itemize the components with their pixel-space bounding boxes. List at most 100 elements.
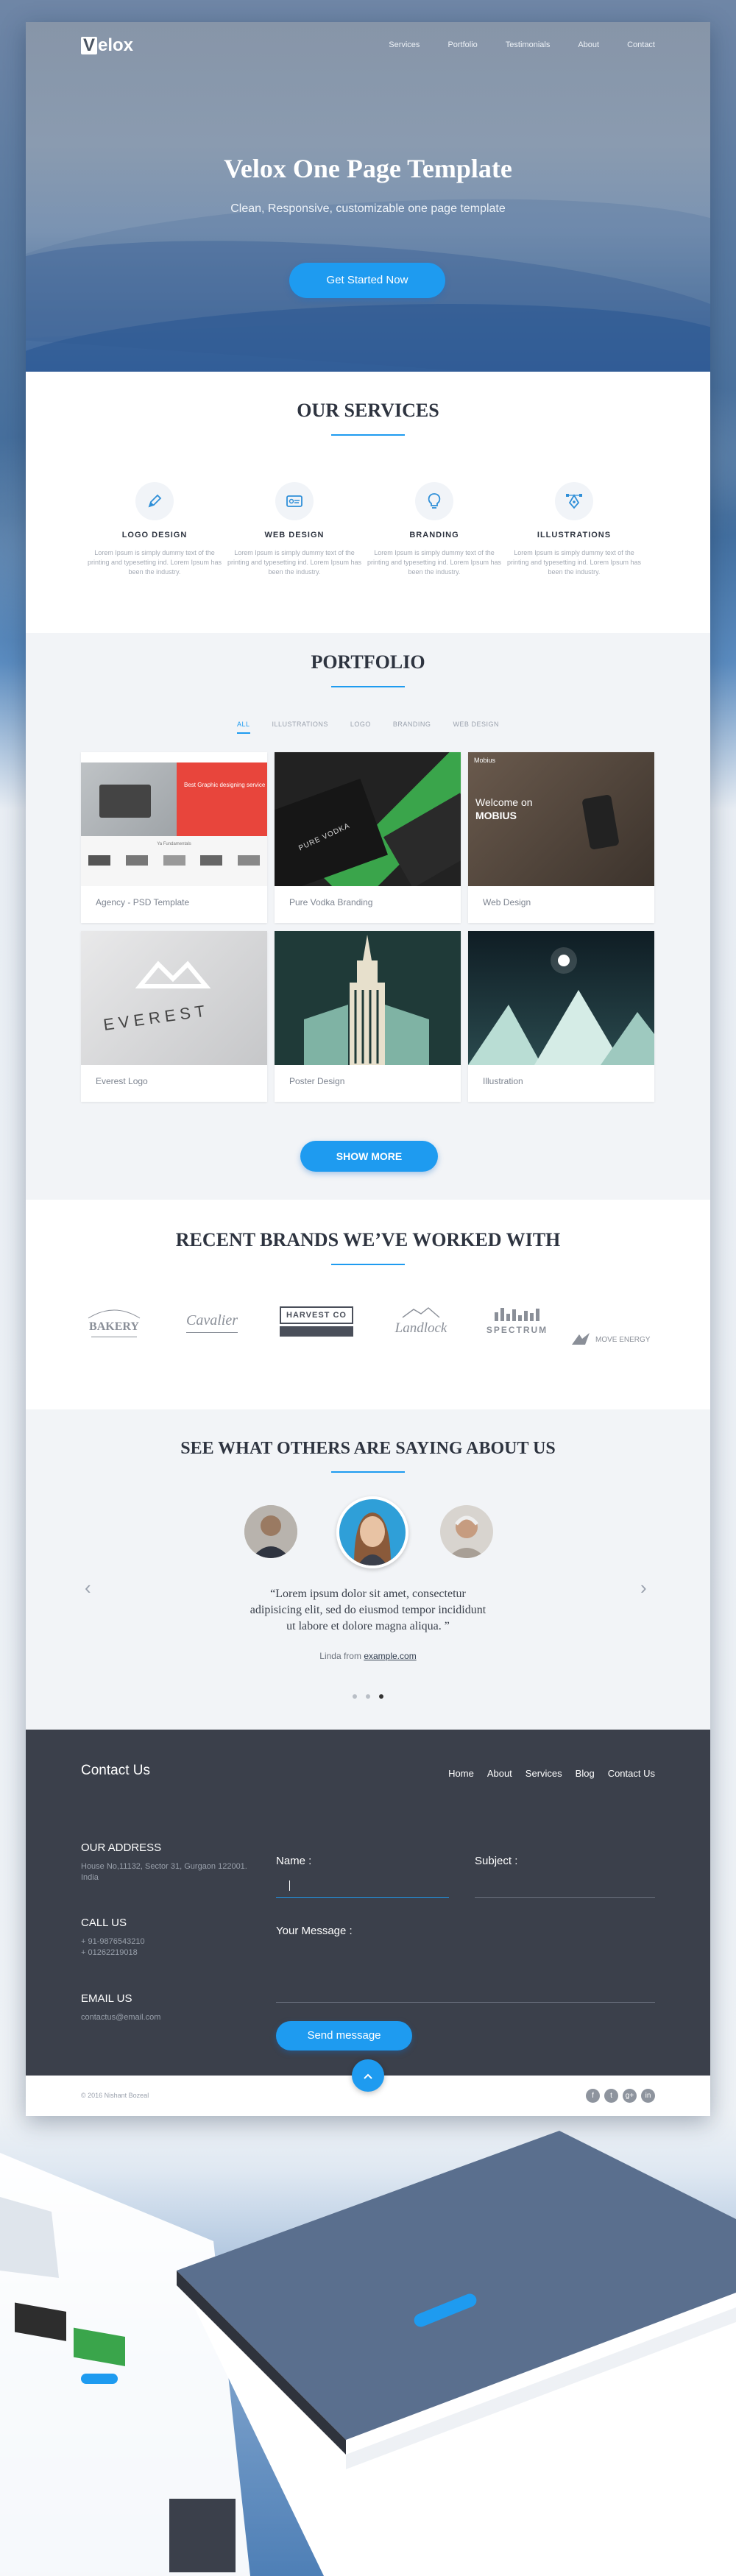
service-text: Lorem Ipsum is simply dummy text of the …: [87, 549, 222, 576]
footer-nav-services[interactable]: Services: [526, 1768, 562, 1779]
nav-testimonials[interactable]: Testimonials: [506, 40, 551, 49]
service-illustrations: ILLUSTRATIONS Lorem Ipsum is simply dumm…: [504, 482, 644, 577]
portfolio-card-poster[interactable]: Poster Design: [275, 931, 461, 1102]
message-input[interactable]: [276, 2002, 655, 2003]
brands-title: RECENT BRANDS WE’VE WORKED WITH: [175, 1229, 561, 1250]
google-plus-icon[interactable]: g+: [623, 2089, 637, 2103]
email-text[interactable]: contactus@email.com: [81, 2012, 250, 2023]
service-title: ILLUSTRATIONS: [537, 531, 612, 539]
footer-nav-about[interactable]: About: [487, 1768, 512, 1779]
brand-logo-landlock: Landlock: [381, 1306, 461, 1351]
carousel-dot[interactable]: [366, 1694, 370, 1699]
logo-text: elox: [98, 35, 134, 55]
portfolio-thumb: PURE VODKA: [275, 752, 461, 886]
perspective-mockup: [0, 2131, 736, 2576]
portfolio-card-illustration[interactable]: Illustration: [468, 931, 654, 1102]
facebook-icon[interactable]: f: [586, 2089, 600, 2103]
scroll-top-icon[interactable]: [352, 2059, 384, 2092]
mobius-welcome: Welcome on: [475, 796, 533, 808]
footer-nav-contact[interactable]: Contact Us: [608, 1768, 655, 1779]
brand-logo-spectrum: SPECTRUM: [482, 1306, 552, 1351]
nav-about[interactable]: About: [578, 40, 599, 49]
filter-illustrations[interactable]: ILLUSTRATIONS: [272, 721, 328, 734]
testimonial-quote: “Lorem ipsum dolor sit amet, consectetur…: [250, 1588, 486, 1632]
service-branding: BRANDING Lorem Ipsum is simply dummy tex…: [364, 482, 504, 577]
subject-label: Subject :: [475, 1855, 518, 1867]
phone-2: + 01262219018: [81, 1948, 138, 1957]
author-link[interactable]: example.com: [364, 1651, 416, 1661]
brand-logo-harvest: HARVEST CO: [280, 1306, 353, 1351]
site-logo[interactable]: V elox: [81, 35, 133, 56]
testimonial-author: Linda from example.com: [319, 1651, 417, 1661]
title-underline: [331, 1264, 405, 1265]
send-message-button[interactable]: Send message: [276, 2021, 412, 2050]
address-block: OUR ADDRESS House No,11132, Sector 31, G…: [81, 1841, 250, 1883]
portfolio-card-web[interactable]: Mobius Welcome on MOBIUS Web Design: [468, 752, 654, 923]
message-label: Your Message :: [276, 1925, 353, 1937]
service-title: BRANDING: [409, 531, 459, 539]
email-block: EMAIL US contactus@email.com: [81, 1992, 250, 2023]
portfolio-caption: Everest Logo: [96, 1076, 148, 1086]
services-section: OUR SERVICES LOGO DESIGN Lorem Ipsum is …: [26, 372, 710, 633]
brand-logo-cavalier: Cavalier: [171, 1306, 252, 1351]
carousel-dot[interactable]: [353, 1694, 357, 1699]
mobius-name: MOBIUS: [475, 810, 517, 821]
service-text: Lorem Ipsum is simply dummy text of the …: [367, 549, 502, 576]
subject-input[interactable]: [475, 1897, 655, 1898]
hero-title: Velox One Page Template: [224, 154, 512, 183]
show-more-button[interactable]: SHOW MORE: [300, 1141, 438, 1172]
brand-logo-move-energy: MOVE ENERGY: [570, 1317, 655, 1362]
next-arrow-icon[interactable]: ›: [640, 1577, 647, 1599]
brand-logo-bakery: BAKERY: [81, 1306, 147, 1351]
nav-portfolio[interactable]: Portfolio: [447, 40, 477, 49]
portfolio-section: PORTFOLIO ALL ILLUSTRATIONS LOGO BRANDIN…: [26, 633, 710, 1200]
avatar[interactable]: [440, 1505, 493, 1558]
twitter-icon[interactable]: t: [604, 2089, 618, 2103]
footer-bar: © 2016 Nishant Bozeal f t g+ in: [26, 2059, 710, 2116]
footer-nav-home[interactable]: Home: [448, 1768, 474, 1779]
filter-logo[interactable]: LOGO: [350, 721, 371, 734]
portfolio-caption: Pure Vodka Branding: [289, 897, 373, 907]
contact-section: Contact Us Home About Services Blog Cont…: [26, 1730, 710, 2076]
footer-nav: Home About Services Blog Contact Us: [448, 1768, 655, 1779]
brands-section: RECENT BRANDS WE’VE WORKED WITH BAKERY C…: [26, 1200, 710, 1409]
service-title: LOGO DESIGN: [121, 531, 188, 539]
carousel-dot-active[interactable]: [379, 1694, 383, 1699]
logo-mark: V: [81, 37, 97, 54]
portfolio-title: PORTFOLIO: [311, 651, 425, 673]
avatar-active[interactable]: [336, 1496, 408, 1568]
top-nav: Services Portfolio Testimonials About Co…: [389, 40, 655, 49]
service-web-design: WEB DESIGN Lorem Ipsum is simply dummy t…: [224, 482, 364, 577]
prev-arrow-icon[interactable]: ‹: [85, 1577, 91, 1599]
carousel-dots: [26, 1694, 710, 1699]
hero-subtitle: Clean, Responsive, customizable one page…: [230, 202, 506, 215]
name-label: Name :: [276, 1855, 312, 1867]
filter-branding[interactable]: BRANDING: [393, 721, 431, 734]
vector-pen-icon: [555, 482, 593, 520]
portfolio-thumb: EVEREST: [81, 931, 267, 1065]
get-started-button[interactable]: Get Started Now: [289, 263, 445, 298]
nav-contact[interactable]: Contact: [627, 40, 655, 49]
avatar[interactable]: [244, 1505, 297, 1558]
portfolio-caption: Web Design: [483, 897, 531, 907]
phone-1: + 91-9876543210: [81, 1937, 145, 1946]
nav-services[interactable]: Services: [389, 40, 420, 49]
service-title: WEB DESIGN: [264, 531, 325, 539]
contact-title: Contact Us: [81, 1763, 150, 1778]
agency-headline: Best Graphic designing service: [184, 782, 266, 788]
service-text: Lorem Ipsum is simply dummy text of the …: [227, 549, 362, 576]
portfolio-card-everest[interactable]: EVEREST Everest Logo: [81, 931, 267, 1102]
portfolio-thumb: Mobius Welcome on MOBIUS: [468, 752, 654, 886]
linkedin-icon[interactable]: in: [641, 2089, 655, 2103]
portfolio-card-agency[interactable]: Best Graphic designing service Ya Fundam…: [81, 752, 267, 923]
footer-nav-blog[interactable]: Blog: [576, 1768, 595, 1779]
agency-sub: Ya Fundamentals: [157, 842, 191, 846]
filter-all[interactable]: ALL: [237, 721, 250, 734]
portfolio-caption: Illustration: [483, 1076, 523, 1086]
address-text: House No,11132, Sector 31, Gurgaon 12200…: [81, 1862, 247, 1882]
portfolio-filters: ALL ILLUSTRATIONS LOGO BRANDING WEB DESI…: [26, 721, 710, 734]
portfolio-card-vodka[interactable]: PURE VODKA Pure Vodka Branding: [275, 752, 461, 923]
name-input[interactable]: [276, 1897, 449, 1898]
filter-web-design[interactable]: WEB DESIGN: [453, 721, 499, 734]
lightbulb-icon: [415, 482, 453, 520]
